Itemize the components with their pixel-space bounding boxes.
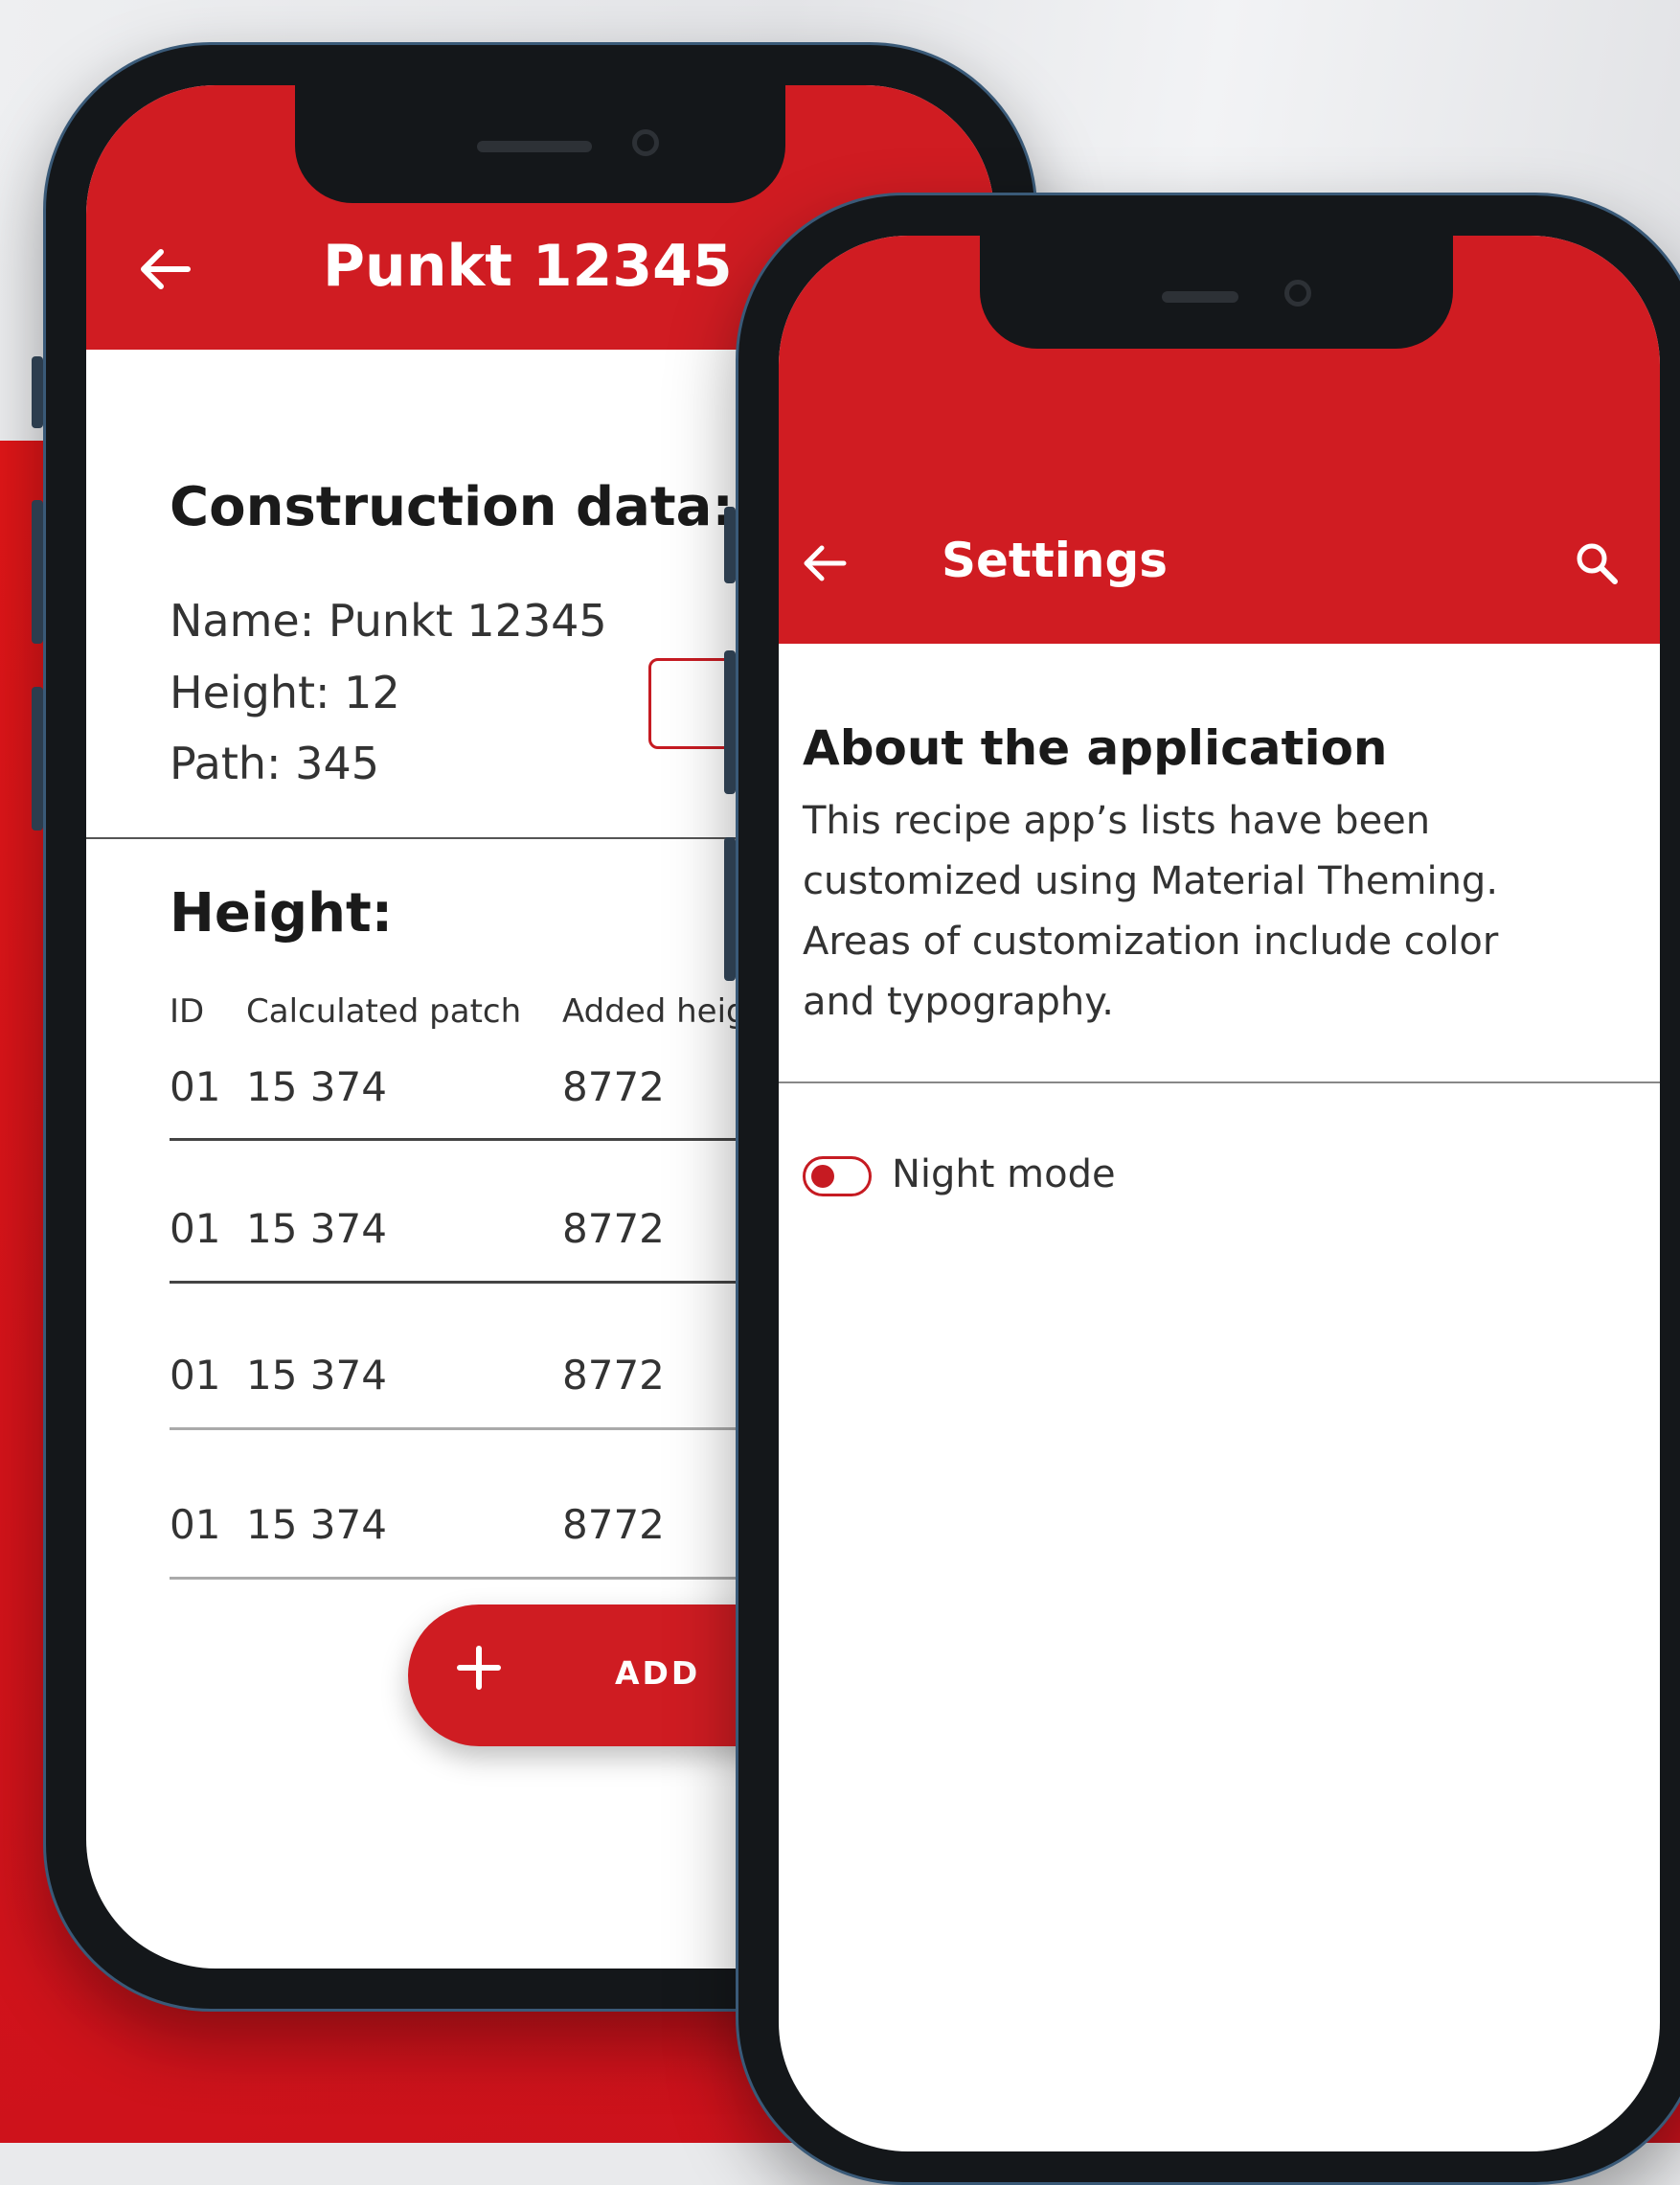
about-heading: About the application — [803, 720, 1388, 776]
row-added: 8772 — [562, 1501, 665, 1548]
about-description: This recipe app’s lists have been custom… — [803, 791, 1626, 1033]
phone-volume-down-button — [32, 687, 43, 831]
height-heading: Height: — [170, 882, 394, 945]
search-icon[interactable] — [1574, 540, 1620, 591]
construction-height: Height: 12 — [170, 667, 400, 718]
phone-volume-down-button — [724, 837, 736, 981]
column-header-id: ID — [170, 992, 205, 1031]
row-id: 01 — [170, 1501, 221, 1548]
front-camera — [632, 129, 659, 156]
arrow-left-icon[interactable] — [138, 248, 192, 295]
row-added: 8772 — [562, 1205, 665, 1252]
column-header-calculated: Calculated patch — [246, 992, 522, 1031]
row-id: 01 — [170, 1352, 221, 1399]
about-line: customized using Material Theming. — [803, 859, 1499, 903]
row-calculated: 15 374 — [246, 1352, 387, 1399]
about-line: This recipe app’s lists have been — [803, 799, 1431, 843]
construction-data-heading: Construction data: — [170, 476, 734, 538]
row-calculated: 15 374 — [246, 1063, 387, 1110]
phone-notch — [980, 236, 1453, 349]
row-added: 8772 — [562, 1352, 665, 1399]
section-divider — [779, 1081, 1660, 1083]
plus-icon — [450, 1639, 508, 1701]
row-calculated: 15 374 — [246, 1501, 387, 1548]
construction-path: Path: 345 — [170, 738, 379, 789]
phone-volume-up-button — [32, 500, 43, 644]
phone-notch — [295, 85, 785, 203]
row-id: 01 — [170, 1063, 221, 1110]
about-line: Areas of customization include color — [803, 920, 1499, 964]
night-mode-label: Night mode — [892, 1152, 1116, 1196]
night-mode-toggle[interactable] — [803, 1156, 872, 1196]
phone-settings: Settings About the application This reci… — [724, 193, 1680, 2185]
speaker-grille — [1162, 291, 1238, 303]
phone-side-button — [724, 507, 736, 583]
page-title: Settings — [942, 533, 1169, 588]
page-title: Punkt 12345 — [323, 233, 733, 300]
row-calculated: 15 374 — [246, 1205, 387, 1252]
row-added: 8772 — [562, 1063, 665, 1110]
add-button-label: ADD — [615, 1654, 701, 1692]
about-line: and typography. — [803, 980, 1114, 1024]
toggle-knob — [811, 1165, 834, 1188]
phone-side-button — [32, 356, 43, 428]
construction-name: Name: Punkt 12345 — [170, 595, 607, 647]
arrow-left-icon[interactable] — [802, 544, 848, 587]
phone2-screen: Settings About the application This reci… — [779, 236, 1660, 2151]
row-id: 01 — [170, 1205, 221, 1252]
front-camera — [1284, 280, 1311, 307]
speaker-grille — [477, 141, 592, 152]
phone-volume-up-button — [724, 650, 736, 794]
